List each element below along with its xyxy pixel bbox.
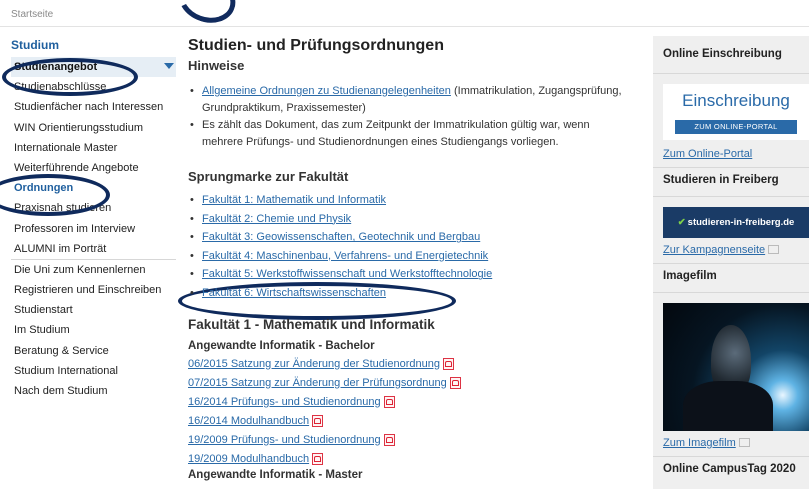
section-heading-fakultaet-1: Fakultät 1 - Mathematik und Informatik	[188, 316, 435, 332]
pdf-icon	[449, 376, 461, 389]
breadcrumb[interactable]: Startseite	[11, 9, 53, 20]
section-heading-hinweise: Hinweise	[188, 58, 245, 73]
faculty-list: Fakultät 1: Mathematik und Informatik Fa…	[188, 191, 633, 303]
sidebar-item-international[interactable]: Studium International	[11, 361, 176, 381]
sidebar-item-registrieren[interactable]: Registrieren und Einschreiben	[11, 280, 176, 300]
list-item: Fakultät 4: Maschinenbau, Verfahrens- un…	[190, 247, 633, 266]
divider	[653, 196, 809, 197]
heading-online-campustag: Online CampusTag 2020	[663, 463, 796, 475]
document-list: 06/2015 Satzung zur Änderung der Studien…	[188, 355, 633, 469]
program-heading: Angewandte Informatik - Master	[188, 468, 363, 481]
sidebar-item-win[interactable]: WIN Orientierungsstudium	[11, 118, 176, 138]
doc-link[interactable]: 16/2014 Modulhandbuch	[188, 415, 309, 427]
doc-link[interactable]: 19/2009 Prüfungs- und Studienordnung	[188, 434, 381, 446]
sidebar-item-im-studium[interactable]: Im Studium	[11, 320, 176, 340]
list-item: Fakultät 3: Geowissenschaften, Geotechni…	[190, 228, 633, 247]
heading-imagefilm: Imagefilm	[663, 270, 717, 282]
external-link-icon	[738, 438, 750, 447]
sidebar-item-studienstart[interactable]: Studienstart	[11, 300, 176, 320]
sidebar-item-nach-dem-studium[interactable]: Nach dem Studium	[11, 381, 176, 401]
sidebar-item-alumni[interactable]: ALUMNI im Porträt	[11, 239, 176, 259]
doc-link[interactable]: 06/2015 Satzung zur Änderung der Studien…	[188, 358, 440, 370]
link-fakultaet-6[interactable]: Fakultät 6: Wirtschaftswissenschaften	[202, 287, 386, 299]
heading-online-einschreibung: Online Einschreibung	[663, 48, 782, 60]
list-item: Fakultät 1: Mathematik und Informatik	[190, 191, 633, 210]
doc-link[interactable]: 16/2014 Prüfungs- und Studienordnung	[188, 396, 381, 408]
pdf-icon	[312, 452, 324, 465]
list-item: 07/2015 Satzung zur Änderung der Prüfung…	[188, 374, 633, 393]
sidebar-item-studienfaecher[interactable]: Studienfächer nach Interessen	[11, 97, 176, 117]
divider	[653, 73, 809, 74]
sidebar-nav: Studium Studienangebot Studienabschlüsse…	[11, 37, 176, 401]
sidebar-heading[interactable]: Studium	[11, 37, 176, 57]
page-title: Studien- und Prüfungsordnungen	[188, 37, 444, 54]
sidebar-item-weiterfuehrende-angebote[interactable]: Weiterführende Angebote	[11, 158, 176, 178]
main-content: Studien- und Prüfungsordnungen Hinweise …	[188, 36, 633, 481]
list-item: 06/2015 Satzung zur Änderung der Studien…	[188, 355, 633, 374]
chevron-down-icon[interactable]	[164, 63, 174, 69]
heading-studieren-in-freiberg: Studieren in Freiberg	[663, 174, 779, 186]
link-fakultaet-5[interactable]: Fakultät 5: Werkstoffwissenschaft und We…	[202, 268, 492, 280]
pdf-icon	[383, 433, 395, 446]
banner-subtitle: ZUM ONLINE-PORTAL	[675, 120, 797, 134]
pdf-icon	[383, 395, 395, 408]
divider	[653, 292, 809, 293]
sidebar-item-professoren[interactable]: Professoren im Interview	[11, 219, 176, 239]
link-fakultaet-2[interactable]: Fakultät 2: Chemie und Physik	[202, 213, 351, 225]
einschreibung-banner[interactable]: Einschreibung ZUM ONLINE-PORTAL	[663, 84, 809, 140]
sidebar-item-internationale-master[interactable]: Internationale Master	[11, 138, 176, 158]
list-item: Allgemeine Ordnungen zu Studienangelegen…	[190, 83, 633, 117]
imagefilm-thumbnail[interactable]	[663, 303, 809, 431]
hinweise-list: Allgemeine Ordnungen zu Studienangelegen…	[188, 83, 633, 151]
list-item: Zur Kampagnenseite	[653, 244, 809, 256]
sidebar-item-studienangebot[interactable]: Studienangebot	[11, 57, 176, 78]
link-fakultaet-3[interactable]: Fakultät 3: Geowissenschaften, Geotechni…	[202, 231, 480, 243]
sidebar-item-ordnungen[interactable]: Ordnungen	[11, 178, 176, 198]
list-item: 19/2009 Prüfungs- und Studienordnung	[188, 431, 633, 450]
checkmark-icon: ✔	[677, 217, 686, 228]
link-allgemeine-ordnungen[interactable]: Allgemeine Ordnungen zu Studienangelegen…	[202, 85, 451, 97]
divider	[0, 26, 809, 27]
banner-text: studieren-in-freiberg.de	[687, 217, 795, 228]
link-fakultaet-1[interactable]: Fakultät 1: Mathematik und Informatik	[202, 194, 386, 206]
pdf-icon	[442, 357, 454, 370]
list-item: 19/2009 Modulhandbuch	[188, 450, 633, 469]
list-item: 16/2014 Prüfungs- und Studienordnung	[188, 393, 633, 412]
link-imagefilm[interactable]: Zum Imagefilm	[663, 437, 736, 449]
sidebar-item-uni-kennenlernen[interactable]: Die Uni zum Kennenlernen	[11, 258, 176, 280]
sidebar-item-studienabschluesse[interactable]: Studienabschlüsse	[11, 77, 176, 97]
right-sidebar: Online Einschreibung Einschreibung ZUM O…	[653, 36, 809, 489]
section-heading-sprungmarke: Sprungmarke zur Fakultät	[188, 169, 349, 184]
link-online-portal[interactable]: Zum Online-Portal	[663, 148, 752, 160]
program-heading: Angewandte Informatik - Bachelor	[188, 339, 375, 352]
sidebar-item-praxisnah[interactable]: Praxisnah studieren	[11, 198, 176, 218]
list-item: 16/2014 Modulhandbuch	[188, 412, 633, 431]
doc-link[interactable]: 19/2009 Modulhandbuch	[188, 453, 309, 465]
person-body	[683, 381, 773, 431]
pdf-icon	[312, 414, 324, 427]
external-link-icon	[768, 245, 780, 254]
list-item: Fakultät 2: Chemie und Physik	[190, 210, 633, 229]
sidebar-item-label: Studienangebot	[14, 61, 98, 73]
doc-link[interactable]: 07/2015 Satzung zur Änderung der Prüfung…	[188, 377, 447, 389]
link-kampagnenseite[interactable]: Zur Kampagnenseite	[663, 244, 765, 256]
sidebar-item-beratung[interactable]: Beratung & Service	[11, 341, 176, 361]
freiberg-banner[interactable]: ✔ studieren-in-freiberg.de	[663, 207, 809, 238]
list-item: Fakultät 6: Wirtschaftswissenschaften	[190, 284, 633, 303]
list-item: Fakultät 5: Werkstoffwissenschaft und We…	[190, 265, 633, 284]
list-item: Zum Online-Portal	[653, 148, 809, 160]
banner-title: Einschreibung	[682, 91, 790, 110]
link-fakultaet-4[interactable]: Fakultät 4: Maschinenbau, Verfahrens- un…	[202, 250, 488, 262]
list-item: Zum Imagefilm	[653, 437, 809, 449]
list-item: Es zählt das Dokument, das zum Zeitpunkt…	[190, 117, 633, 151]
